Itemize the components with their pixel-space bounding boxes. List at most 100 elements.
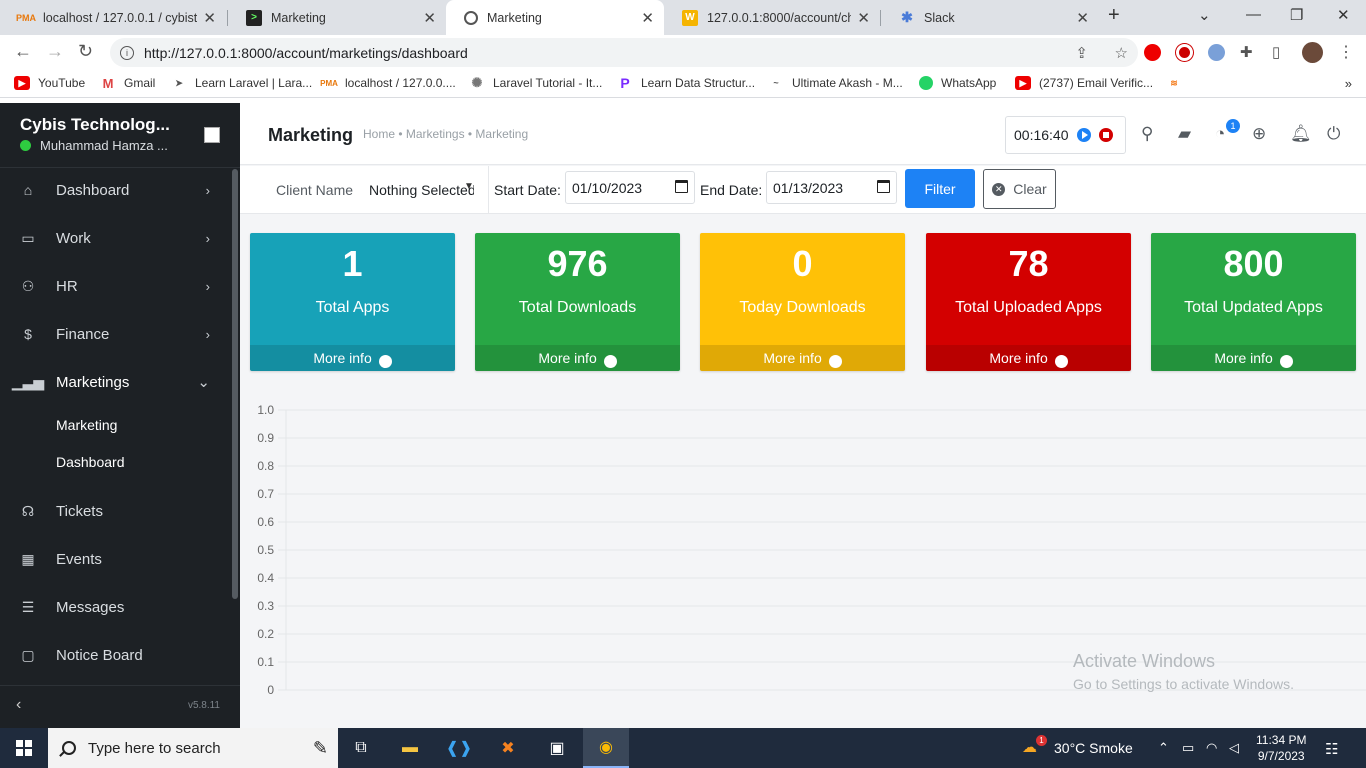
browser-tab[interactable]: PMA localhost / 127.0.0.1 / cybiste ✕ [0, 0, 226, 35]
bookmark-item[interactable]: ✺ Laravel Tutorial - It... [469, 75, 603, 90]
calendar-icon[interactable] [675, 180, 688, 193]
address-bar[interactable]: i http://127.0.0.1:8000/account/marketin… [110, 38, 1138, 67]
system-clock[interactable]: 11:34 PM 9/7/2023 [1256, 732, 1306, 764]
site-info-icon[interactable]: i [120, 45, 134, 60]
bell-icon[interactable]: 🔔︎ [1290, 124, 1312, 144]
bookmark-item[interactable]: ~ Ultimate Akash - M... [768, 76, 902, 90]
browser-tab[interactable]: > Marketing ✕ [228, 0, 446, 35]
client-select[interactable]: Nothing Selected [369, 182, 474, 198]
sidebar-item-work[interactable]: ▭ Work › [0, 214, 232, 262]
tab-search-icon[interactable]: ⌄ [1198, 6, 1211, 24]
start-date-input[interactable]: 01/10/2023 [565, 171, 695, 204]
y-tick-label: 0.8 [257, 459, 274, 473]
bookmark-item[interactable]: PMA localhost / 127.0.0.... [320, 76, 456, 90]
wifi-icon[interactable]: ◠ [1206, 740, 1217, 756]
bookmark-item[interactable]: ≋ [1166, 76, 1190, 90]
breadcrumb[interactable]: Home • Marketings • Marketing [363, 127, 528, 141]
bookmark-item[interactable]: ➤ Learn Laravel | Lara... [171, 76, 312, 90]
collapse-sidebar-icon[interactable]: ‹ [16, 696, 21, 714]
bookmark-item[interactable]: P Learn Data Structur... [617, 75, 755, 91]
close-icon[interactable]: ✕ [1076, 9, 1089, 27]
vscode-icon[interactable]: ❰❱ [436, 728, 482, 768]
volume-icon[interactable]: ◁ [1229, 740, 1239, 756]
record-extension-icon[interactable] [1176, 44, 1193, 61]
bookmark-star-icon[interactable]: ☆ [1115, 44, 1128, 62]
more-info-link[interactable]: More info ➜ [475, 345, 680, 371]
sidebar-subitem-dashboard[interactable]: Dashboard [56, 454, 125, 470]
sidebar-subitem-marketing[interactable]: Marketing [56, 417, 117, 433]
sidebar-item-notice-board[interactable]: ▢ Notice Board [0, 631, 232, 679]
more-info-link[interactable]: More info ➜ [250, 345, 455, 371]
sidebar-scrollbar[interactable] [232, 169, 238, 599]
restore-icon[interactable]: ❐ [1290, 6, 1303, 24]
file-explorer-icon[interactable]: ▬ [387, 728, 433, 768]
browser-tab[interactable]: W 127.0.0.1:8000/account/chart ✕ [664, 0, 880, 35]
close-icon[interactable]: ✕ [641, 9, 654, 27]
menu-dots-icon[interactable]: ⋮ [1338, 42, 1354, 62]
client-name-label: Client Name [276, 182, 354, 198]
tab-title: 127.0.0.1:8000/account/chart [707, 10, 852, 25]
url-text[interactable]: http://127.0.0.1:8000/account/marketings… [144, 45, 468, 61]
sidebar-item-tickets[interactable]: ☊ Tickets [0, 487, 232, 535]
end-date-input[interactable]: 01/13/2023 [766, 171, 897, 204]
battery-icon[interactable]: ▭ [1182, 740, 1194, 756]
chevron-up-icon[interactable]: ⌃ [1158, 740, 1169, 756]
more-info-link[interactable]: More info ➜ [926, 345, 1131, 371]
sticky-note-icon[interactable]: ▰ [1178, 124, 1191, 144]
sidebar-item-marketings[interactable]: ▁▃▅ Marketings ⌄ [0, 358, 232, 406]
search-icon[interactable]: ⚲ [1141, 124, 1153, 144]
calendar-icon[interactable] [877, 180, 890, 193]
sidebar-item-messages[interactable]: ☰ Messages [0, 583, 232, 631]
bookmark-item[interactable]: M Gmail [100, 76, 156, 91]
terminal-icon[interactable]: ▣ [534, 728, 580, 768]
caret-down-icon[interactable]: ▼ [464, 181, 474, 192]
y-tick-label: 0.5 [257, 543, 274, 557]
minimize-icon[interactable]: — [1246, 6, 1261, 23]
new-tab-button[interactable]: + [1108, 4, 1120, 27]
sidebar-item-events[interactable]: ▦ Events [0, 535, 232, 583]
chrome-icon[interactable]: ◉ [583, 728, 629, 768]
more-info-link[interactable]: More info ➜ [1151, 345, 1356, 371]
play-icon[interactable] [1076, 128, 1091, 142]
filter-button[interactable]: Filter [905, 169, 975, 208]
close-icon[interactable]: ✕ [423, 9, 436, 27]
share-icon[interactable]: ⇪ [1075, 44, 1088, 62]
clear-button[interactable]: ✕ Clear [983, 169, 1056, 209]
xampp-icon[interactable]: ✖ [485, 728, 531, 768]
user-name[interactable]: Muhammad Hamza ... [20, 138, 168, 153]
company-name[interactable]: Cybis Technolog... [20, 115, 170, 135]
notification-center-icon[interactable]: ☷ [1325, 740, 1338, 758]
task-view-icon[interactable]: ⧉ [338, 728, 384, 768]
extension-icon[interactable] [1144, 44, 1161, 61]
side-panel-icon[interactable]: ▯ [1272, 43, 1280, 61]
sidebar-item-finance[interactable]: $ Finance › [0, 310, 232, 358]
weather-text[interactable]: 30°C Smoke [1054, 740, 1133, 756]
bookmark-item[interactable]: ▶ (2737) Email Verific... [1015, 76, 1153, 90]
reload-icon[interactable]: ↻ [78, 41, 93, 62]
browser-tab[interactable]: ✱ Slack ✕ [881, 0, 1099, 35]
browser-toolbar: ← → ↻ i http://127.0.0.1:8000/account/ma… [0, 35, 1366, 70]
sidebar-item-dashboard[interactable]: ⌂ Dashboard › [0, 166, 232, 214]
more-info-link[interactable]: More info ➜ [700, 345, 905, 371]
bookmark-item[interactable]: WhatsApp [919, 76, 996, 90]
windows-start-icon[interactable] [16, 740, 32, 756]
profile-avatar[interactable] [1302, 42, 1323, 63]
puzzle-icon[interactable]: ✚ [1240, 43, 1253, 61]
add-circle-icon[interactable]: ⊕ [1252, 124, 1266, 144]
close-icon[interactable]: ✕ [857, 9, 870, 27]
weather-icon[interactable]: ☁ [1022, 738, 1037, 756]
sidebar-item-hr[interactable]: ⚇ HR › [0, 262, 232, 310]
power-icon[interactable]: ⏻ [1327, 124, 1340, 144]
browser-tab-active[interactable]: Marketing ✕ [446, 0, 664, 35]
clock-icon[interactable]: ◔ [1215, 124, 1225, 144]
back-icon[interactable]: ← [14, 41, 32, 62]
taskbar-search-input[interactable]: Type here to search ✎ [48, 728, 338, 768]
stop-icon[interactable] [1098, 128, 1113, 142]
window-close-icon[interactable]: ✕ [1337, 6, 1350, 24]
bookmarks-overflow-icon[interactable]: » [1345, 76, 1352, 91]
extension-icon[interactable] [1208, 44, 1225, 61]
close-icon[interactable]: ✕ [203, 9, 216, 27]
forward-icon[interactable]: → [46, 41, 64, 62]
bookmark-item[interactable]: ▶ YouTube [14, 76, 85, 90]
home-icon: ⌂ [23, 182, 33, 198]
